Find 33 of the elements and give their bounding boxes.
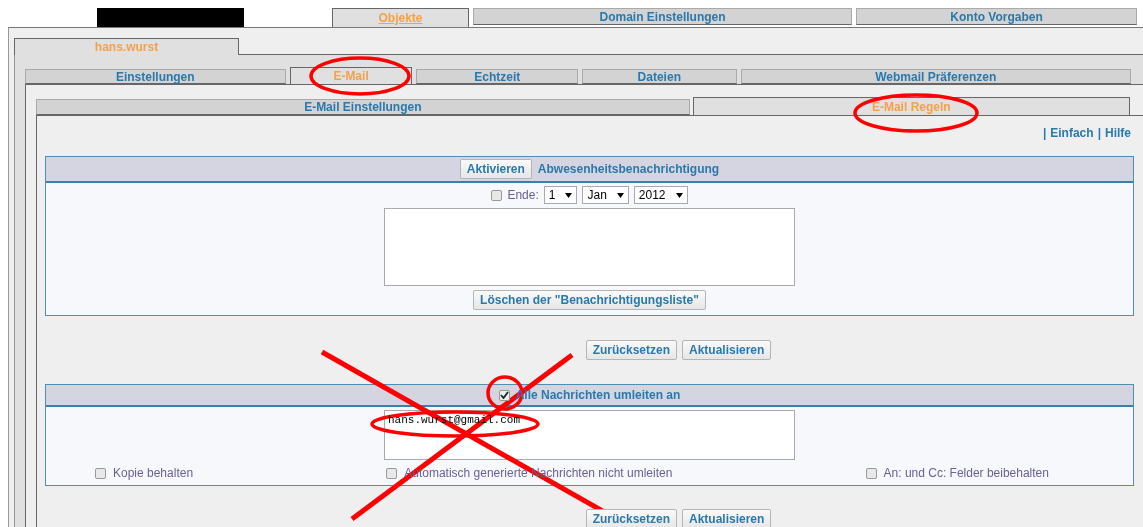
help-link[interactable]: Hilfe	[1105, 126, 1131, 140]
forward-checkbox[interactable]	[498, 389, 510, 401]
option-checkbox[interactable]	[386, 467, 398, 479]
option-checkbox[interactable]	[95, 467, 106, 479]
year-select[interactable]: 2012	[633, 186, 688, 204]
day-select[interactable]: 1	[543, 186, 578, 204]
category-tab[interactable]: Dateien	[582, 69, 737, 84]
category-tab[interactable]: Echtzeit	[416, 69, 578, 84]
option-label: An: und Cc: Felder beibehalten	[883, 466, 1049, 480]
sub-tab[interactable]: E-Mail Einstellungen	[36, 99, 690, 115]
reset-button[interactable]: Zurücksetzen	[585, 340, 677, 360]
caret-icon	[675, 192, 683, 198]
help-link[interactable]: Einfach	[1050, 126, 1094, 140]
reset-button[interactable]: Zurücksetzen	[585, 509, 677, 527]
option-label: Kopie behalten	[113, 466, 194, 480]
category-tab[interactable]: Webmail Präferenzen	[740, 69, 1131, 84]
end-label: Ende:	[507, 188, 539, 202]
caret-icon	[565, 192, 573, 198]
top-tab[interactable]: Konto Vorgaben	[856, 8, 1137, 25]
category-tab[interactable]: Einstellungen	[25, 69, 286, 84]
clear-list-button[interactable]: Löschen der "Benachrichtigungsliste"	[473, 290, 706, 310]
top-tab[interactable]: Domain Einstellungen	[472, 8, 853, 25]
activate-button[interactable]: Aktivieren	[459, 159, 532, 179]
update-button[interactable]: Aktualisieren	[682, 340, 772, 360]
separator: |	[1097, 126, 1101, 140]
end-checkbox[interactable]	[491, 189, 503, 201]
month-select[interactable]: Jan	[582, 186, 629, 204]
separator: |	[1042, 126, 1047, 140]
option-checkbox[interactable]	[865, 467, 877, 479]
message-field[interactable]	[384, 208, 795, 286]
update-button[interactable]: Aktualisieren	[682, 509, 772, 527]
caret-icon	[616, 192, 624, 198]
section-title: Abwesenheitsbenachrichtigung	[537, 162, 720, 176]
